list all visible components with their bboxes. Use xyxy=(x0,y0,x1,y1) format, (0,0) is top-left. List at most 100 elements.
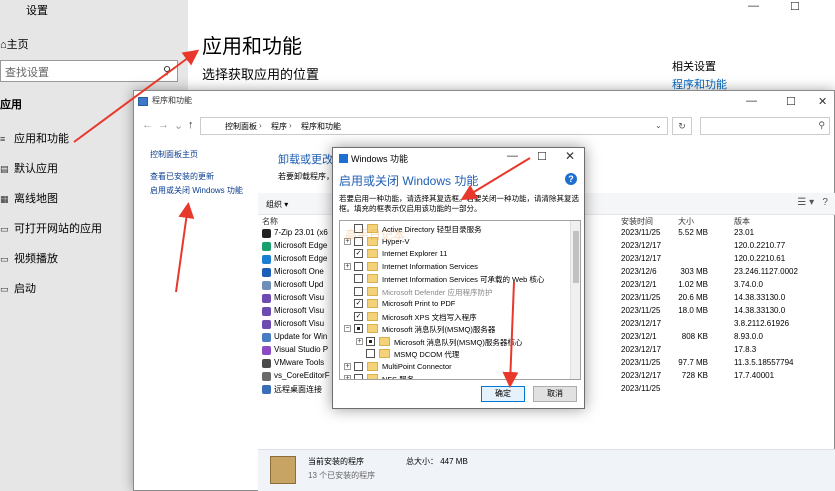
program-version: 14.38.33130.0 xyxy=(734,306,786,315)
expand-toggle-icon[interactable]: + xyxy=(344,362,351,370)
feature-checkbox[interactable] xyxy=(354,274,363,283)
control-panel-icon xyxy=(138,97,148,106)
feature-label: Microsoft 消息队列(MSMQ)服务器核心 xyxy=(394,337,523,347)
column-version[interactable]: 版本 xyxy=(734,216,750,227)
feature-checkbox[interactable]: ✓ xyxy=(354,311,363,321)
program-icon xyxy=(262,255,271,264)
recent-chevron-icon[interactable]: ⌄ xyxy=(174,119,183,132)
program-version: 3.74.0.0 xyxy=(734,280,763,289)
program-install-date: 2023/12/17 xyxy=(621,241,662,250)
back-arrow-icon[interactable]: ← xyxy=(142,119,153,131)
feature-checkbox[interactable] xyxy=(366,349,375,358)
program-icon xyxy=(262,307,271,316)
turn-windows-features-link[interactable]: 启用或关闭 Windows 功能 xyxy=(150,185,243,196)
up-arrow-icon[interactable]: ↑ xyxy=(188,119,194,131)
feature-item[interactable]: + NFS 服务 xyxy=(344,373,564,379)
control-panel-home-link[interactable]: 控制面板主页 xyxy=(150,149,198,160)
program-icon xyxy=(262,294,271,303)
expand-toggle-icon[interactable]: − xyxy=(344,325,351,332)
dialog-description: 若要启用一种功能，请选择其复选框。若要关闭一种功能，请清除其复选框。填充的框表示… xyxy=(339,194,579,213)
close-icon[interactable]: ✕ xyxy=(818,95,827,108)
feature-checkbox[interactable]: ✓ xyxy=(354,249,363,258)
minimize-icon[interactable]: — xyxy=(746,95,757,107)
column-size[interactable]: 大小 xyxy=(678,216,694,227)
nav-item-default-apps[interactable]: ▤ 默认应用 xyxy=(0,160,58,176)
column-installed-on[interactable]: 安装时间 xyxy=(621,216,653,227)
feature-checkbox[interactable] xyxy=(354,324,363,333)
breadcrumb-control-panel[interactable]: 控制面板 xyxy=(225,121,257,132)
startup-icon: ▭ xyxy=(0,284,9,294)
feature-item[interactable]: ✓ Microsoft XPS 文档写入程序 xyxy=(344,311,564,323)
ok-button[interactable]: 确定 xyxy=(481,386,525,402)
feature-item[interactable]: − Microsoft 消息队列(MSMQ)服务器 xyxy=(344,323,564,335)
feature-item[interactable]: ✓ Microsoft Print to PDF xyxy=(344,298,564,310)
organize-button[interactable]: 组织 ▾ xyxy=(266,199,288,210)
nav-item-offline-maps[interactable]: ▦ 离线地图 xyxy=(0,190,58,206)
chevron-down-icon[interactable]: ⌄ xyxy=(655,121,662,130)
home-icon: ⌂ xyxy=(0,39,7,51)
nav-item-apps-features[interactable]: ≡ 应用和功能 xyxy=(0,130,69,146)
program-install-date: 2023/11/25 xyxy=(621,384,661,393)
feature-item[interactable]: Microsoft Defender 应用程序防护 xyxy=(344,286,564,298)
status-total-size: 总大小： 447 MB xyxy=(406,457,468,466)
scrollbar[interactable] xyxy=(570,221,580,379)
program-name: Microsoft Visu xyxy=(274,293,325,302)
feature-checkbox[interactable]: ✓ xyxy=(354,299,363,308)
program-version: 17.8.3 xyxy=(734,345,757,354)
feature-checkbox[interactable] xyxy=(354,361,363,371)
view-installed-updates-link[interactable]: 查看已安装的更新 xyxy=(150,171,214,182)
nav-section-title: 应用 xyxy=(0,99,22,111)
expand-toggle-icon[interactable]: + xyxy=(356,337,363,345)
feature-checkbox[interactable] xyxy=(354,374,363,379)
program-icon xyxy=(262,229,271,238)
close-icon[interactable]: ✕ xyxy=(565,149,575,163)
feature-item[interactable]: Internet Information Services 可承载的 Web 核… xyxy=(344,273,564,285)
forward-arrow-icon[interactable]: → xyxy=(158,119,169,131)
feature-item[interactable]: + MultiPoint Connector xyxy=(344,361,564,373)
nav-item-apps-for-websites[interactable]: ▭ 可打开网站的应用 xyxy=(0,220,102,236)
control-panel-search-input[interactable]: ⚲ xyxy=(700,117,830,135)
program-size: 20.6 MB xyxy=(678,293,708,302)
maximize-icon[interactable]: ☐ xyxy=(537,150,547,163)
feature-item[interactable]: + Microsoft 消息队列(MSMQ)服务器核心 xyxy=(356,336,576,348)
breadcrumb-programs[interactable]: 程序 xyxy=(271,121,287,132)
refresh-icon[interactable]: ↻ xyxy=(672,117,692,135)
nav-item-video-playback[interactable]: ▭ 视频播放 xyxy=(0,250,58,266)
program-icon xyxy=(262,346,271,355)
search-icon: ⚲ xyxy=(818,120,825,130)
program-install-date: 2023/12/17 xyxy=(621,371,662,380)
folder-icon xyxy=(367,374,378,379)
cancel-button[interactable]: 取消 xyxy=(533,386,577,402)
expand-toggle-icon[interactable]: + xyxy=(344,375,351,379)
breadcrumb-programs-features[interactable]: 程序和功能 xyxy=(301,121,341,132)
program-icon xyxy=(262,242,271,251)
feature-item[interactable]: + Internet Information Services xyxy=(344,261,564,273)
expand-toggle-icon[interactable]: + xyxy=(344,262,351,270)
minimize-icon[interactable]: — xyxy=(507,150,518,162)
maximize-icon[interactable]: ☐ xyxy=(790,0,800,13)
nav-item-startup[interactable]: ▭ 启动 xyxy=(0,280,36,296)
column-name[interactable]: 名称 xyxy=(262,216,278,227)
nav-home[interactable]: ⌂主页 xyxy=(0,36,29,52)
windows-features-dialog: Windows 功能 — ☐ ✕ 启用或关闭 Windows 功能 ? 若要启用… xyxy=(332,147,585,409)
title-bar: 程序和功能 — ☐ ✕ xyxy=(134,91,834,113)
settings-search-input[interactable]: 查找设置 ⚲ xyxy=(0,60,178,82)
feature-item[interactable]: MSMQ DCOM 代理 xyxy=(356,348,576,360)
feature-label: Microsoft XPS 文档写入程序 xyxy=(382,312,477,322)
feature-checkbox[interactable] xyxy=(366,336,375,346)
maximize-icon[interactable]: ☐ xyxy=(786,95,796,108)
feature-item[interactable]: ✓ Internet Explorer 11 xyxy=(344,248,564,260)
address-bar[interactable]: 控制面板 › 程序 › 程序和功能 ⌄ xyxy=(200,117,668,135)
feature-checkbox[interactable] xyxy=(354,261,363,271)
program-install-date: 2023/12/1 xyxy=(621,280,657,289)
view-options-icon[interactable]: ☰ ▾ ? xyxy=(797,197,828,208)
search-placeholder: 查找设置 xyxy=(5,67,49,79)
scrollbar-thumb[interactable] xyxy=(573,231,579,283)
feature-checkbox[interactable] xyxy=(354,286,363,296)
program-install-date: 2023/12/17 xyxy=(621,254,662,263)
program-version: 17.7.40001 xyxy=(734,371,775,380)
program-icon xyxy=(262,333,271,342)
minimize-icon[interactable]: — xyxy=(748,0,759,12)
program-name: Microsoft Edge xyxy=(274,254,328,263)
help-icon[interactable]: ? xyxy=(565,173,577,185)
